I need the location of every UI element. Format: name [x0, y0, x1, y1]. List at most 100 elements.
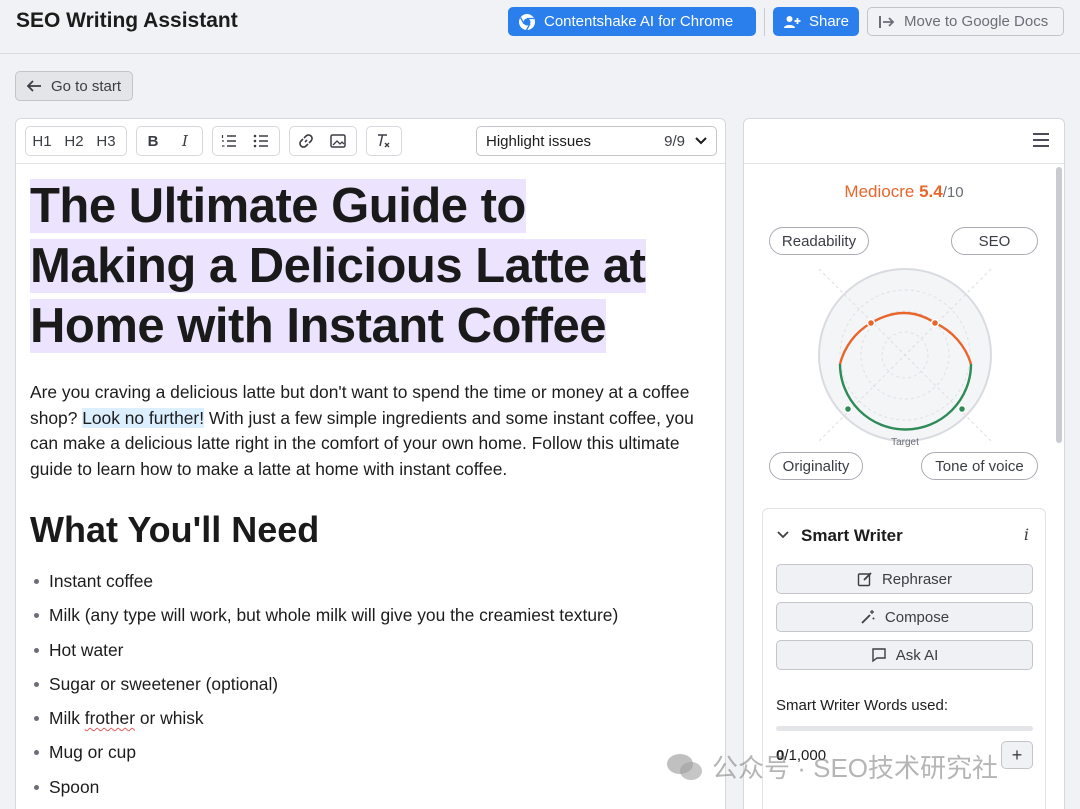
move-to-google-docs-button[interactable]: Move to Google Docs	[867, 7, 1064, 36]
tone-of-voice-label: Tone of voice	[935, 457, 1024, 475]
chat-icon	[872, 648, 886, 663]
tone-point	[957, 404, 967, 414]
score-max: /10	[942, 184, 964, 201]
panel-scrollbar[interactable]	[1056, 167, 1062, 443]
list-group	[212, 126, 280, 156]
image-icon	[330, 134, 346, 148]
bullet-list-button[interactable]	[245, 127, 277, 155]
insert-group	[289, 126, 357, 156]
heading-1-label: H1	[32, 132, 52, 150]
contentshake-chrome-button[interactable]: Contentshake AI for Chrome	[508, 7, 756, 36]
bold-label: B	[147, 132, 159, 150]
seo-point	[930, 318, 940, 328]
chrome-icon	[519, 13, 535, 30]
words-used-progress	[776, 726, 1033, 731]
rating-label: Mediocre	[844, 182, 915, 201]
list-item: Instant coffee	[30, 564, 710, 598]
title-line-1: The Ultimate Guide to	[30, 179, 526, 233]
heading-3-label: H3	[96, 132, 116, 150]
editor-toolbar: H1 H2 H3 B I Highlight issues 9/9	[16, 119, 725, 164]
frother-post: or whisk	[135, 708, 204, 729]
spelling-issue[interactable]: frother	[85, 708, 135, 728]
list-item: Milk (any type will work, but whole milk…	[30, 598, 710, 632]
heading-3-button[interactable]: H3	[90, 127, 122, 155]
heading-group: H1 H2 H3	[25, 126, 127, 156]
header-divider	[764, 8, 765, 36]
compose-label: Compose	[884, 608, 950, 626]
ask-ai-label: Ask AI	[895, 646, 939, 664]
ask-ai-button[interactable]: Ask AI	[776, 640, 1033, 670]
readability-point	[866, 318, 876, 328]
insert-link-button[interactable]	[290, 127, 322, 155]
list-item: Spoon	[30, 770, 710, 804]
list-item: Hot water	[30, 633, 710, 667]
share-label: Share	[808, 13, 849, 30]
edit-icon	[857, 572, 872, 587]
compose-button[interactable]: Compose	[776, 602, 1033, 632]
clear-format-button[interactable]	[367, 127, 399, 155]
wechat-icon	[667, 753, 702, 780]
score-panel-header	[744, 119, 1064, 164]
clear-group	[366, 126, 402, 156]
go-to-start-button[interactable]: Go to start	[15, 71, 133, 101]
intro-paragraph: Are you craving a delicious latte but do…	[30, 380, 710, 482]
rephraser-label: Rephraser	[881, 570, 953, 588]
add-user-icon	[783, 15, 801, 28]
chevron-down-icon	[695, 137, 707, 145]
section-heading: What You'll Need	[30, 509, 320, 550]
seo-label: SEO	[978, 232, 1011, 250]
words-used-label: Smart Writer Words used:	[776, 697, 948, 714]
watermark: 公众号 · SEO技术研究社	[666, 748, 998, 785]
seo-pill[interactable]: SEO	[951, 227, 1038, 255]
app-title: SEO Writing Assistant	[16, 9, 238, 32]
overall-score: Mediocre 5.4/10	[744, 182, 1064, 202]
go-to-start-label: Go to start	[51, 77, 122, 95]
smart-writer-title: Smart Writer	[801, 526, 903, 545]
highlight-issues-label: Highlight issues	[486, 132, 592, 150]
export-icon	[879, 15, 895, 28]
editor-panel: H1 H2 H3 B I Highlight issues 9/9 The Ul…	[15, 118, 726, 809]
insert-image-button[interactable]	[322, 127, 354, 155]
rephraser-button[interactable]: Rephraser	[776, 564, 1033, 594]
info-icon[interactable]: i	[1024, 525, 1029, 544]
heading-1-button[interactable]: H1	[26, 127, 58, 155]
watermark-text: 公众号 · SEO技术研究社	[712, 753, 999, 783]
menu-icon[interactable]	[1033, 133, 1049, 147]
arrow-left-icon	[26, 80, 41, 92]
ordered-list-icon	[221, 135, 236, 147]
originality-label: Originality	[782, 457, 850, 475]
highlighted-issue[interactable]: Look no further!	[82, 407, 205, 428]
italic-label: I	[182, 132, 188, 150]
ingredients-list: Instant coffee Milk (any type will work,…	[30, 564, 710, 804]
heading-2-label: H2	[64, 132, 84, 150]
tone-of-voice-pill[interactable]: Tone of voice	[921, 452, 1038, 480]
top-bar: SEO Writing Assistant Contentshake AI fo…	[0, 0, 1080, 54]
document-title: The Ultimate Guide to Making a Delicious…	[30, 176, 710, 356]
magic-pen-icon	[861, 610, 875, 624]
link-icon	[299, 134, 313, 148]
chevron-down-icon[interactable]	[777, 526, 789, 542]
target-label: Target	[891, 437, 919, 448]
share-button[interactable]: Share	[773, 7, 859, 36]
frother-pre: Milk	[49, 708, 85, 729]
list-item: Milk frother or whisk	[30, 701, 710, 735]
ordered-list-button[interactable]	[213, 127, 245, 155]
readability-pill[interactable]: Readability	[769, 227, 869, 255]
list-item: Sugar or sweetener (optional)	[30, 667, 710, 701]
score-radar-chart: Target	[818, 268, 992, 448]
add-words-button[interactable]: +	[1001, 741, 1033, 769]
italic-button[interactable]: I	[169, 127, 201, 155]
title-line-3: Home with Instant Coffee	[30, 299, 607, 353]
score-value: 5.4	[919, 182, 943, 201]
contentshake-chrome-label: Contentshake AI for Chrome	[544, 13, 734, 30]
list-item: Mug or cup	[30, 735, 710, 769]
originality-point	[843, 404, 853, 414]
originality-pill[interactable]: Originality	[769, 452, 863, 480]
highlight-issues-select[interactable]: Highlight issues 9/9	[476, 126, 717, 156]
heading-2-button[interactable]: H2	[58, 127, 90, 155]
title-line-2: Making a Delicious Latte at	[30, 239, 646, 293]
document-content[interactable]: The Ultimate Guide to Making a Delicious…	[30, 176, 710, 804]
bold-button[interactable]: B	[137, 127, 169, 155]
clear-format-icon	[378, 134, 390, 148]
highlight-issues-count: 9/9	[664, 132, 685, 150]
